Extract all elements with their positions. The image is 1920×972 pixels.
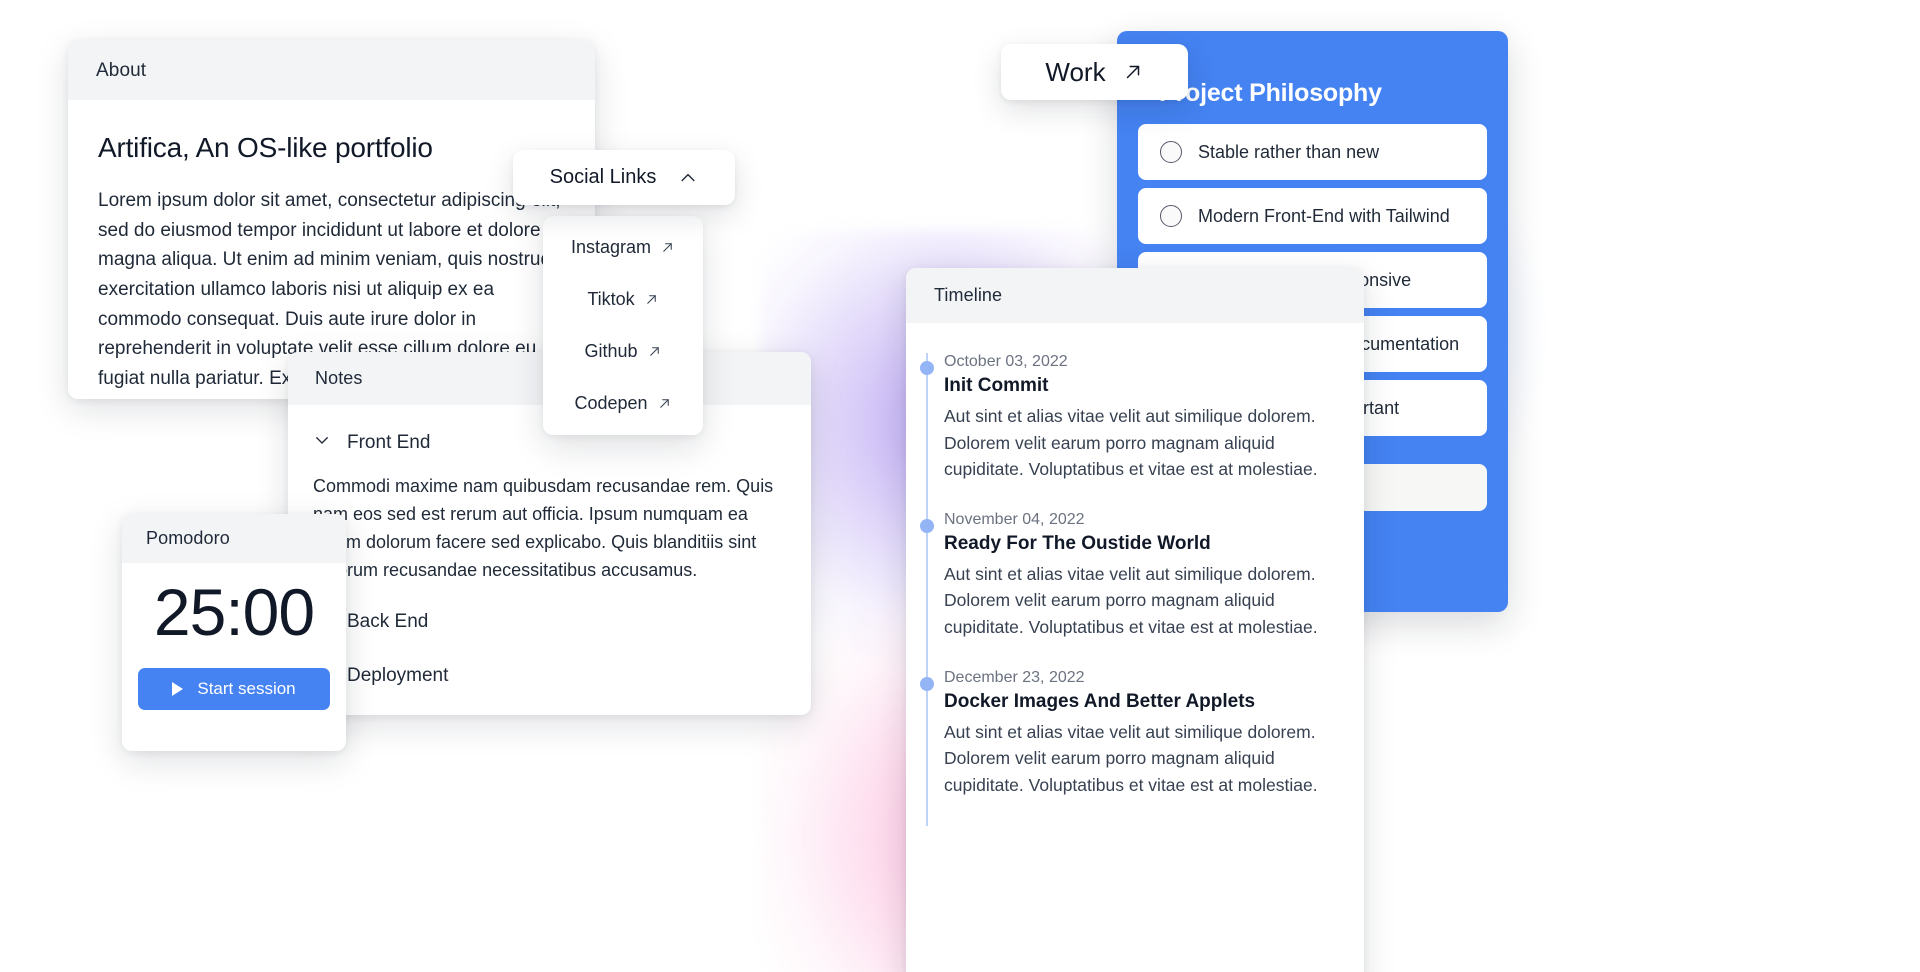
social-links-button[interactable]: Social Links <box>513 150 735 205</box>
notes-group-body: Commodi maxime nam quibusdam recusandae … <box>313 476 774 580</box>
timeline-dot-icon <box>920 361 934 375</box>
project-philosophy-title: Project Philosophy <box>1159 79 1382 107</box>
timeline-entry-title: Docker Images And Better Applets <box>944 690 1256 712</box>
chevron-up-icon <box>678 168 698 188</box>
work-label: Work <box>1045 56 1106 87</box>
timeline-entry-title: Init Commit <box>944 375 1049 396</box>
timeline-entry-date: December 23, 2022 <box>944 668 1085 686</box>
timeline-entry[interactable]: November 04, 2022 Ready For The Oustide … <box>906 511 1364 669</box>
philosophy-item[interactable]: Stable rather than new <box>1138 124 1487 180</box>
timeline-entry-title: Ready For The Oustide World <box>944 532 1211 554</box>
play-icon <box>172 681 184 696</box>
arrow-up-right-icon <box>657 396 672 411</box>
timeline-window-title: Timeline <box>906 268 1364 323</box>
chevron-down-icon <box>313 431 331 455</box>
arrow-up-right-icon <box>644 292 659 307</box>
timeline-entry-description: Aut sint et alias vitae velit aut simili… <box>944 721 1318 795</box>
social-link-label: Tiktok <box>587 289 635 310</box>
timeline-window[interactable]: Timeline October 03, 2022 Init Commit Au… <box>906 268 1364 972</box>
timeline-dot-icon <box>920 676 934 691</box>
work-button[interactable]: Work <box>1001 44 1188 100</box>
radio-icon[interactable] <box>1160 141 1182 163</box>
social-links-menu[interactable]: Instagram Tiktok Github Codepen <box>543 216 703 435</box>
social-link-label: Github <box>584 340 638 361</box>
arrow-up-right-icon <box>647 344 662 359</box>
philosophy-item-label: Stable rather than new <box>1198 141 1380 162</box>
notes-group-deployment[interactable]: Deployment <box>313 649 786 703</box>
social-link-tiktok[interactable]: Tiktok <box>543 274 703 326</box>
notes-group-back-end[interactable]: Back End <box>313 595 786 649</box>
timeline-entry-description: Aut sint et alias vitae velit aut simili… <box>944 563 1318 637</box>
about-window-title: About <box>68 40 595 100</box>
about-heading: Artifica, An OS-like portfolio <box>98 132 433 163</box>
start-session-button[interactable]: Start session <box>138 667 330 710</box>
philosophy-item-label: Modern Front-End with Tailwind <box>1198 205 1450 226</box>
notes-group-label: Front End <box>347 432 431 453</box>
social-links-label: Social Links <box>549 166 657 188</box>
social-link-github[interactable]: Github <box>543 326 703 378</box>
pomodoro-window-body: 25:00 Start session <box>122 563 346 728</box>
social-link-codepen[interactable]: Codepen <box>543 377 703 429</box>
pomodoro-window[interactable]: Pomodoro 25:00 Start session <box>122 514 346 751</box>
pomodoro-timer-display: 25:00 <box>153 575 315 649</box>
timeline-dot-icon <box>920 518 934 533</box>
social-link-label: Codepen <box>574 392 648 413</box>
timeline-entry-date: November 04, 2022 <box>944 510 1085 528</box>
timeline-entry[interactable]: October 03, 2022 Init Commit Aut sint et… <box>906 353 1364 511</box>
timeline-list: October 03, 2022 Init Commit Aut sint et… <box>906 323 1364 827</box>
start-session-label: Start session <box>197 678 296 698</box>
philosophy-item[interactable]: Modern Front-End with Tailwind <box>1138 188 1487 244</box>
radio-icon[interactable] <box>1160 205 1182 227</box>
timeline-entry-date: October 03, 2022 <box>944 353 1068 370</box>
arrow-up-right-icon <box>1122 61 1144 83</box>
social-link-label: Instagram <box>570 237 652 258</box>
timeline-entry[interactable]: December 23, 2022 Docker Images And Bett… <box>906 669 1364 827</box>
social-link-instagram[interactable]: Instagram <box>543 222 703 274</box>
pomodoro-window-title: Pomodoro <box>122 514 346 563</box>
about-window[interactable]: About Artifica, An OS-like portfolio Lor… <box>68 40 595 399</box>
arrow-up-right-icon <box>660 240 675 255</box>
notes-group-other-tools[interactable]: Other tools <box>313 703 786 715</box>
timeline-entry-description: Aut sint et alias vitae velit aut simili… <box>944 406 1318 480</box>
notes-window-body: Front End Commodi maxime nam quibusdam r… <box>288 405 811 715</box>
